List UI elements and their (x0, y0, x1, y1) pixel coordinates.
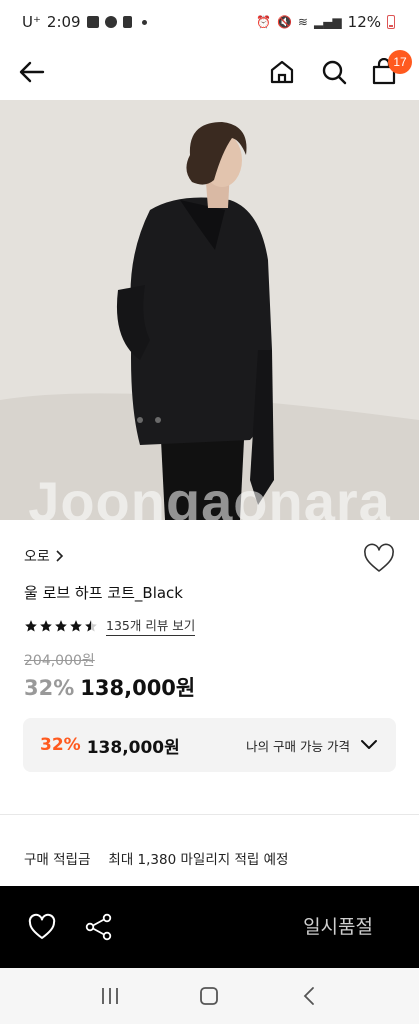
back-system-button[interactable] (294, 981, 324, 1011)
cart-count-badge: 17 (388, 50, 412, 74)
status-bar: U⁺ 2:09 ⏰ 🔇 ≋ ▂▄▆ 12% (0, 0, 419, 44)
sale-price: 138,000원 (80, 676, 196, 700)
sold-out-button[interactable]: 일시품절 (303, 912, 373, 939)
more-notifications-icon (141, 19, 147, 25)
review-link[interactable]: 135개 리뷰 보기 (106, 615, 196, 636)
product-image[interactable]: Joongaonara (0, 100, 419, 520)
image-watermark: Joongaonara (28, 470, 391, 520)
search-button[interactable] (316, 54, 352, 90)
gallery-notification-icon (86, 16, 99, 28)
cart-button[interactable]: 17 (366, 50, 412, 90)
bottom-action-bar: 일시품절 (0, 886, 419, 968)
price-row: 32% 138,000원 (24, 672, 195, 702)
battery-percent: 12% (347, 13, 381, 31)
chevron-right-icon (56, 550, 63, 562)
section-divider (0, 814, 419, 815)
arrow-left-icon (19, 61, 45, 83)
chevron-down-icon (361, 740, 377, 749)
search-icon (322, 60, 347, 85)
star-icon (40, 619, 52, 632)
top-nav: 17 (0, 44, 419, 100)
half-star-icon (85, 619, 97, 632)
star-icon (55, 619, 67, 632)
home-icon (270, 60, 294, 84)
home-button[interactable] (264, 54, 300, 90)
battery-icon (387, 15, 395, 29)
brand-link[interactable]: 오로 (24, 546, 64, 566)
wishlist-heart-icon[interactable] (27, 912, 57, 942)
status-right: ⏰ 🔇 ≋ ▂▄▆ 12% (256, 13, 395, 31)
alert-notification-icon (122, 16, 132, 28)
my-price-label: 나의 구매 가능 가격 (246, 738, 350, 754)
rating-row: 135개 리뷰 보기 (24, 615, 196, 636)
home-system-button[interactable] (194, 981, 224, 1011)
brand-name: 오로 (24, 549, 50, 565)
my-price-dropdown[interactable]: 32% 138,000원 나의 구매 가능 가격 (23, 718, 396, 772)
talk-notification-icon (104, 16, 117, 28)
discount-rate: 32% (24, 676, 75, 700)
carrier-label: U⁺ (22, 13, 41, 31)
my-price-value: 138,000원 (86, 737, 180, 758)
mute-icon: 🔇 (276, 15, 292, 29)
star-icon (70, 619, 82, 632)
wishlist-heart-icon[interactable] (362, 542, 396, 576)
share-icon[interactable] (84, 912, 114, 942)
star-rating (24, 619, 98, 633)
points-label: 구매 적립금 (24, 852, 91, 868)
alarm-icon: ⏰ (256, 15, 271, 29)
recent-apps-button[interactable] (95, 981, 125, 1011)
clock: 2:09 (46, 13, 81, 31)
status-left: U⁺ 2:09 (22, 13, 147, 31)
chevron-left-icon (303, 987, 315, 1005)
points-row: 구매 적립금 최대 1,380 마일리지 적립 예정 (24, 848, 288, 868)
recent-apps-icon (101, 988, 118, 1004)
product-name: 울 로브 하프 코트_Black (24, 584, 183, 602)
home-square-icon (200, 987, 219, 1005)
product-photo-model-coat (0, 100, 419, 520)
my-price-discount: 32% (40, 735, 81, 755)
points-value: 최대 1,380 마일리지 적립 예정 (108, 852, 289, 868)
star-icon (25, 619, 37, 632)
wifi-icon: ≋ (297, 15, 308, 29)
back-button[interactable] (14, 54, 50, 90)
signal-icon: ▂▄▆ (313, 15, 342, 29)
system-nav-bar (0, 968, 419, 1024)
original-price: 204,000원 (24, 653, 95, 669)
